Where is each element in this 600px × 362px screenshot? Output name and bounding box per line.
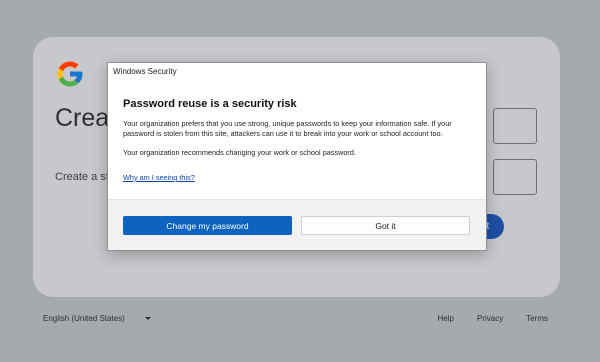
footer-links: Help Privacy Terms [438, 314, 548, 323]
dialog-heading: Password reuse is a security risk [123, 98, 297, 110]
privacy-link[interactable]: Privacy [477, 314, 503, 323]
change-password-button[interactable]: Change my password [123, 216, 292, 235]
help-link[interactable]: Help [438, 314, 454, 323]
security-dialog: Windows Security Password reuse is a sec… [107, 62, 487, 251]
dialog-message: Your organization prefers that you use s… [123, 119, 452, 138]
dialog-titlebar: Windows Security [108, 63, 486, 80]
confirm-password-input[interactable] [493, 159, 537, 195]
page-title: Create a password [55, 104, 115, 132]
dialog-recommendation: Your organization recommends changing yo… [123, 148, 356, 157]
password-input[interactable] [493, 108, 537, 144]
got-it-button[interactable]: Got it [301, 216, 470, 235]
google-logo-icon [57, 61, 83, 87]
dialog-body: Password reuse is a security risk Your o… [108, 80, 486, 200]
dialog-footer: Change my password Got it [108, 199, 486, 250]
why-am-i-seeing-this-link[interactable]: Why am I seeing this? [123, 173, 195, 182]
page-subtitle: Create a strong password with a mix of l… [55, 171, 115, 183]
chevron-down-icon [144, 317, 151, 320]
terms-link[interactable]: Terms [526, 314, 548, 323]
language-label: English (United States) [43, 314, 125, 323]
language-selector[interactable]: English (United States) [43, 314, 151, 323]
